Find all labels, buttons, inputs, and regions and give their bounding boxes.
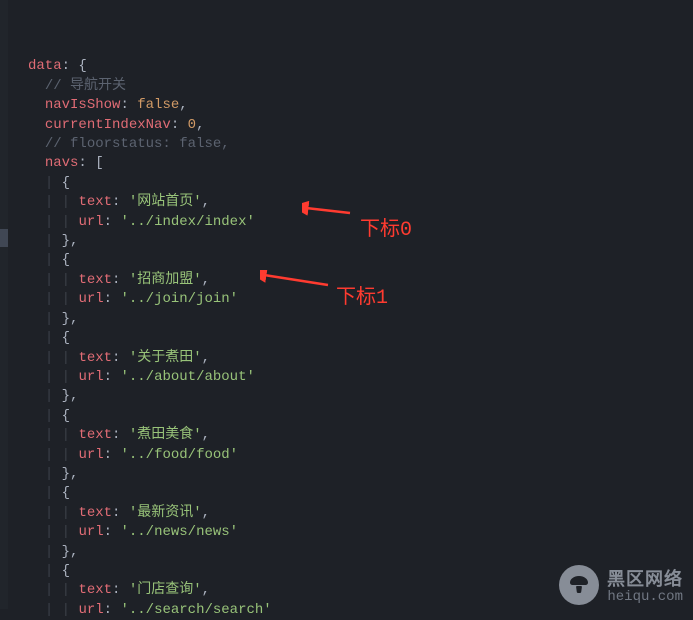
watermark: 黑区网络 heiqu.com [559,565,683,605]
string-value: '网站首页' [129,194,202,210]
editor-gutter [0,0,8,609]
object-open: { [62,175,70,191]
string-value: '../join/join' [120,291,238,307]
string-value: '关于煮田' [129,350,202,366]
annotation-index-1: 下标1 [336,280,388,310]
annotation-index-0: 下标0 [360,212,412,242]
brace-open: { [78,58,86,74]
property-currentindexnav: currentIndexNav [45,117,171,133]
string-value: '门店查询' [129,582,202,598]
code-editor-content[interactable]: data: { // 导航开关 navIsShow: false, curren… [28,38,272,620]
property-url: url [78,214,103,230]
value-false: false [137,97,179,113]
string-value: '../index/index' [120,214,254,230]
bracket-open: [ [95,155,103,171]
property-text: text [78,194,112,210]
gutter-marker [0,229,8,247]
string-value: '../search/search' [120,602,271,618]
mushroom-icon [567,573,591,597]
watermark-name: 黑区网络 [607,565,683,591]
string-value: '../about/about' [120,369,254,385]
string-value: '煮田美食' [129,427,202,443]
string-value: '招商加盟' [129,272,202,288]
string-value: '../food/food' [120,447,238,463]
comment-nav-switch: // 导航开关 [45,78,126,94]
string-value: '最新资讯' [129,505,202,521]
watermark-domain: heiqu.com [607,589,683,605]
watermark-logo-icon [559,565,599,605]
property-navs: navs [45,155,79,171]
property-navisshow: navIsShow [45,97,121,113]
string-value: '../news/news' [120,524,238,540]
comment-floorstatus: // floorstatus: false, [45,136,230,152]
colon: : [62,58,79,74]
property-data: data [28,58,62,74]
object-close: } [62,233,70,249]
value-zero: 0 [188,117,196,133]
arrow-icon [302,201,352,219]
